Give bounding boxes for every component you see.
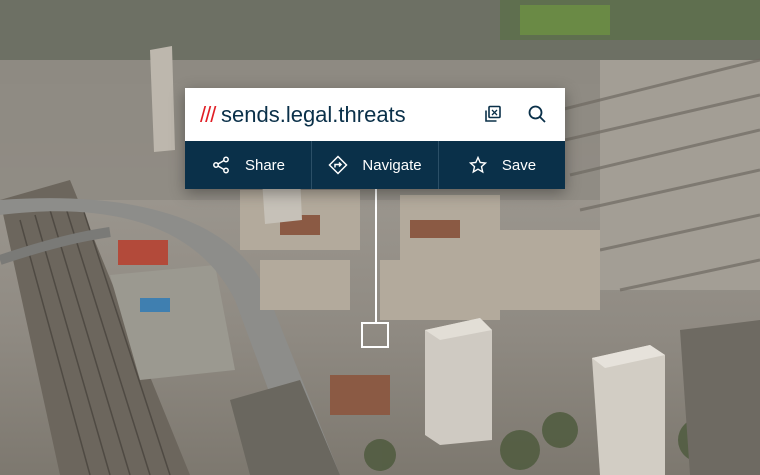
navigate-button[interactable]: Navigate	[311, 141, 438, 189]
star-icon	[468, 155, 488, 175]
save-label: Save	[501, 156, 537, 174]
copy-icon[interactable]	[481, 102, 505, 126]
share-label: Share	[244, 156, 286, 174]
search-icon[interactable]	[525, 102, 549, 126]
w3w-slashes: ///	[200, 102, 216, 127]
map-view[interactable]: /// sends.legal.threats Share Navigate S…	[0, 0, 760, 475]
three-word-address[interactable]: sends.legal.threats	[221, 102, 406, 128]
navigate-icon	[328, 155, 348, 175]
navigate-label: Navigate	[362, 156, 422, 174]
location-pin-line	[375, 189, 377, 324]
address-header: /// sends.legal.threats	[185, 88, 565, 141]
address-card: /// sends.legal.threats Share Navigate S…	[185, 88, 565, 189]
location-square-marker[interactable]	[361, 322, 389, 348]
share-icon	[211, 155, 231, 175]
save-button[interactable]: Save	[438, 141, 565, 189]
share-button[interactable]: Share	[185, 141, 311, 189]
action-bar: Share Navigate Save	[185, 141, 565, 189]
aerial-city-image	[0, 0, 760, 475]
